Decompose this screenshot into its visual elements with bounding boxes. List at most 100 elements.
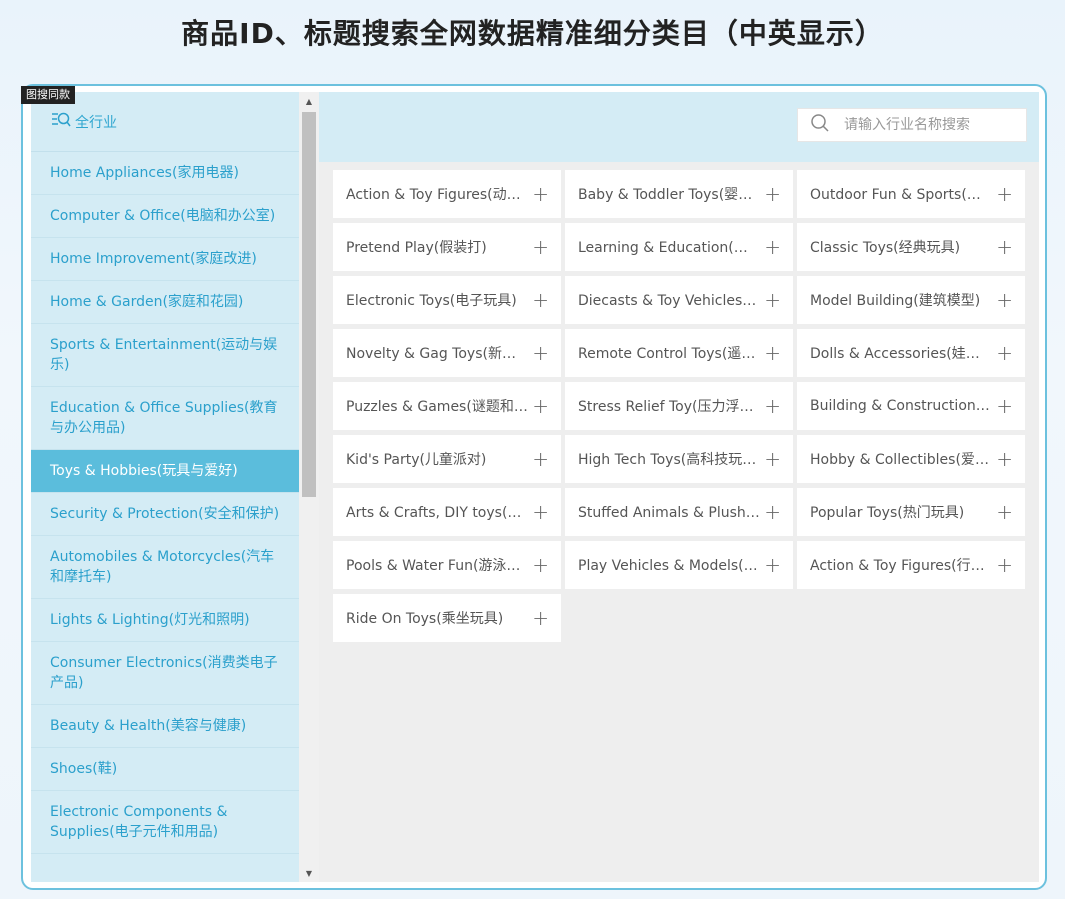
- subcategory-label: Classic Toys(经典玩具): [810, 240, 961, 256]
- plus-icon[interactable]: +: [761, 500, 781, 524]
- plus-icon[interactable]: +: [529, 553, 549, 577]
- subcategory-label: Model Building(建筑模型): [810, 293, 981, 309]
- plus-icon[interactable]: +: [993, 288, 1013, 312]
- subcategory-label: Remote Control Toys(遥控玩具): [578, 346, 761, 362]
- subcategory-label: Dolls & Accessories(娃娃和配件): [810, 346, 993, 362]
- sidebar-item[interactable]: Lights & Lighting(灯光和照明): [31, 599, 299, 642]
- subcategory-card[interactable]: Outdoor Fun & Sports(户外运动)+: [797, 170, 1025, 218]
- plus-icon[interactable]: +: [761, 553, 781, 577]
- subcategory-label: Learning & Education(学习与教育): [578, 240, 761, 256]
- subcategory-card[interactable]: Ride On Toys(乘坐玩具) +: [333, 594, 561, 642]
- subcategory-label: Popular Toys(热门玩具): [810, 505, 965, 521]
- subcategory-label: Hobby & Collectibles(爱好与收藏): [810, 452, 993, 468]
- subcategory-card[interactable]: Baby & Toddler Toys(婴幼儿玩具)+: [565, 170, 793, 218]
- subcategory-card[interactable]: Classic Toys(经典玩具) +: [797, 223, 1025, 271]
- subcategory-label: Action & Toy Figures(动漫玩具): [346, 187, 529, 203]
- subcategory-card[interactable]: Hobby & Collectibles(爱好与收藏)+: [797, 435, 1025, 483]
- plus-icon[interactable]: +: [529, 288, 549, 312]
- subcategory-label: Action & Toy Figures(行动和玩具人物): [810, 558, 993, 574]
- subcategory-label: Kid's Party(儿童派对): [346, 452, 487, 468]
- subcategory-label: Baby & Toddler Toys(婴幼儿玩具): [578, 187, 761, 203]
- list-search-icon: [51, 111, 75, 133]
- scroll-thumb[interactable]: [302, 112, 316, 497]
- plus-icon[interactable]: +: [993, 394, 1013, 418]
- subcategory-card[interactable]: Diecasts & Toy Vehicles(压铸和玩具车)+: [565, 276, 793, 324]
- subcategory-label: Novelty & Gag Toys(新奇玩具): [346, 346, 529, 362]
- sidebar-item[interactable]: Toys & Hobbies(玩具与爱好): [31, 450, 299, 493]
- subcategory-label: Outdoor Fun & Sports(户外运动): [810, 187, 993, 203]
- plus-icon[interactable]: +: [761, 288, 781, 312]
- sidebar-item[interactable]: Computer & Office(电脑和办公室): [31, 195, 299, 238]
- plus-icon[interactable]: +: [529, 182, 549, 206]
- subcategory-card[interactable]: Puzzles & Games(谜题和游戏) +: [333, 382, 561, 430]
- sidebar-item[interactable]: Home Improvement(家庭改进): [31, 238, 299, 281]
- plus-icon[interactable]: +: [529, 394, 549, 418]
- sidebar-item[interactable]: Beauty & Health(美容与健康): [31, 705, 299, 748]
- plus-icon[interactable]: +: [993, 235, 1013, 259]
- scroll-down-arrow-icon[interactable]: ▼: [299, 864, 319, 882]
- sidebar-scrollbar[interactable]: ▲ ▼: [299, 92, 319, 882]
- plus-icon[interactable]: +: [529, 447, 549, 471]
- subcategory-card[interactable]: Stuffed Animals & Plush(毛绒玩具)+: [565, 488, 793, 536]
- subcategory-card[interactable]: Learning & Education(学习与教育)+: [565, 223, 793, 271]
- plus-icon[interactable]: +: [993, 182, 1013, 206]
- sidebar-item[interactable]: Sports & Entertainment(运动与娱乐): [31, 324, 299, 387]
- sidebar-list: Home Appliances(家用电器) Computer & Office(电…: [31, 152, 299, 854]
- search-icon[interactable]: [810, 113, 830, 137]
- plus-icon[interactable]: +: [529, 341, 549, 365]
- subcategory-card[interactable]: Popular Toys(热门玩具) +: [797, 488, 1025, 536]
- plus-icon[interactable]: +: [993, 553, 1013, 577]
- plus-icon[interactable]: +: [993, 500, 1013, 524]
- page-title: 商品ID、标题搜索全网数据精准细分类目（中英显示）: [181, 17, 884, 50]
- subcategory-label: Puzzles & Games(谜题和游戏): [346, 399, 529, 415]
- plus-icon[interactable]: +: [529, 235, 549, 259]
- plus-icon[interactable]: +: [761, 341, 781, 365]
- image-search-tag[interactable]: 图搜同款: [21, 86, 75, 104]
- subcategory-card[interactable]: Play Vehicles & Models(游戏车和模型)+: [565, 541, 793, 589]
- scroll-up-arrow-icon[interactable]: ▲: [299, 92, 319, 110]
- subcategory-card[interactable]: Building & Construction Toys +: [797, 382, 1025, 430]
- sidebar-item[interactable]: Home & Garden(家庭和花园): [31, 281, 299, 324]
- plus-icon[interactable]: +: [761, 182, 781, 206]
- sidebar-item[interactable]: Electronic Components & Supplies(电子元件和用品…: [31, 791, 299, 854]
- sidebar-item[interactable]: Shoes(鞋): [31, 748, 299, 791]
- plus-icon[interactable]: +: [761, 235, 781, 259]
- category-panel: 全行业 Home Appliances(家用电器) Computer & Offi…: [21, 84, 1047, 890]
- subcategory-card[interactable]: Pools & Water Fun(游泳池和水上乐趣)+: [333, 541, 561, 589]
- subcategory-card[interactable]: Pretend Play(假装打) +: [333, 223, 561, 271]
- all-industries-label: 全行业: [75, 114, 117, 131]
- subcategory-grid: Action & Toy Figures(动漫玩具)+Baby & Toddle…: [333, 170, 1039, 642]
- plus-icon[interactable]: +: [993, 447, 1013, 471]
- subcategory-area: Action & Toy Figures(动漫玩具)+Baby & Toddle…: [319, 162, 1039, 882]
- subcategory-card[interactable]: Arts & Crafts, DIY toys(工艺品)+: [333, 488, 561, 536]
- subcategory-card[interactable]: Action & Toy Figures(动漫玩具)+: [333, 170, 561, 218]
- industry-sidebar: 全行业 Home Appliances(家用电器) Computer & Offi…: [31, 92, 299, 882]
- subcategory-label: Ride On Toys(乘坐玩具): [346, 611, 504, 627]
- sidebar-item[interactable]: Home Appliances(家用电器): [31, 152, 299, 195]
- subcategory-card[interactable]: Model Building(建筑模型) +: [797, 276, 1025, 324]
- subcategory-card[interactable]: Action & Toy Figures(行动和玩具人物)+: [797, 541, 1025, 589]
- subcategory-card[interactable]: High Tech Toys(高科技玩具) +: [565, 435, 793, 483]
- sidebar-item[interactable]: Consumer Electronics(消费类电子产品): [31, 642, 299, 705]
- plus-icon[interactable]: +: [529, 500, 549, 524]
- subcategory-card[interactable]: Kid's Party(儿童派对) +: [333, 435, 561, 483]
- industry-search-box[interactable]: [797, 108, 1027, 142]
- search-input[interactable]: [844, 117, 1014, 133]
- plus-icon[interactable]: +: [993, 341, 1013, 365]
- sidebar-item[interactable]: Security & Protection(安全和保护): [31, 493, 299, 536]
- sidebar-item[interactable]: Education & Office Supplies(教育与办公用品): [31, 387, 299, 450]
- subcategory-card[interactable]: Novelty & Gag Toys(新奇玩具)+: [333, 329, 561, 377]
- subcategory-label: Pools & Water Fun(游泳池和水上乐趣): [346, 558, 529, 574]
- subcategory-label: Building & Construction Toys: [810, 398, 993, 414]
- plus-icon[interactable]: +: [761, 394, 781, 418]
- subcategory-card[interactable]: Electronic Toys(电子玩具) +: [333, 276, 561, 324]
- subcategory-card[interactable]: Dolls & Accessories(娃娃和配件)+: [797, 329, 1025, 377]
- plus-icon[interactable]: +: [529, 606, 549, 630]
- subcategory-label: Diecasts & Toy Vehicles(压铸和玩具车): [578, 293, 761, 309]
- plus-icon[interactable]: +: [761, 447, 781, 471]
- subcategory-card[interactable]: Stress Relief Toy(压力浮雕玩具)+: [565, 382, 793, 430]
- subcategory-label: Play Vehicles & Models(游戏车和模型): [578, 558, 761, 574]
- subcategory-card[interactable]: Remote Control Toys(遥控玩具)+: [565, 329, 793, 377]
- sidebar-item[interactable]: Automobiles & Motorcycles(汽车和摩托车): [31, 536, 299, 599]
- subcategory-label: Electronic Toys(电子玩具): [346, 293, 517, 309]
